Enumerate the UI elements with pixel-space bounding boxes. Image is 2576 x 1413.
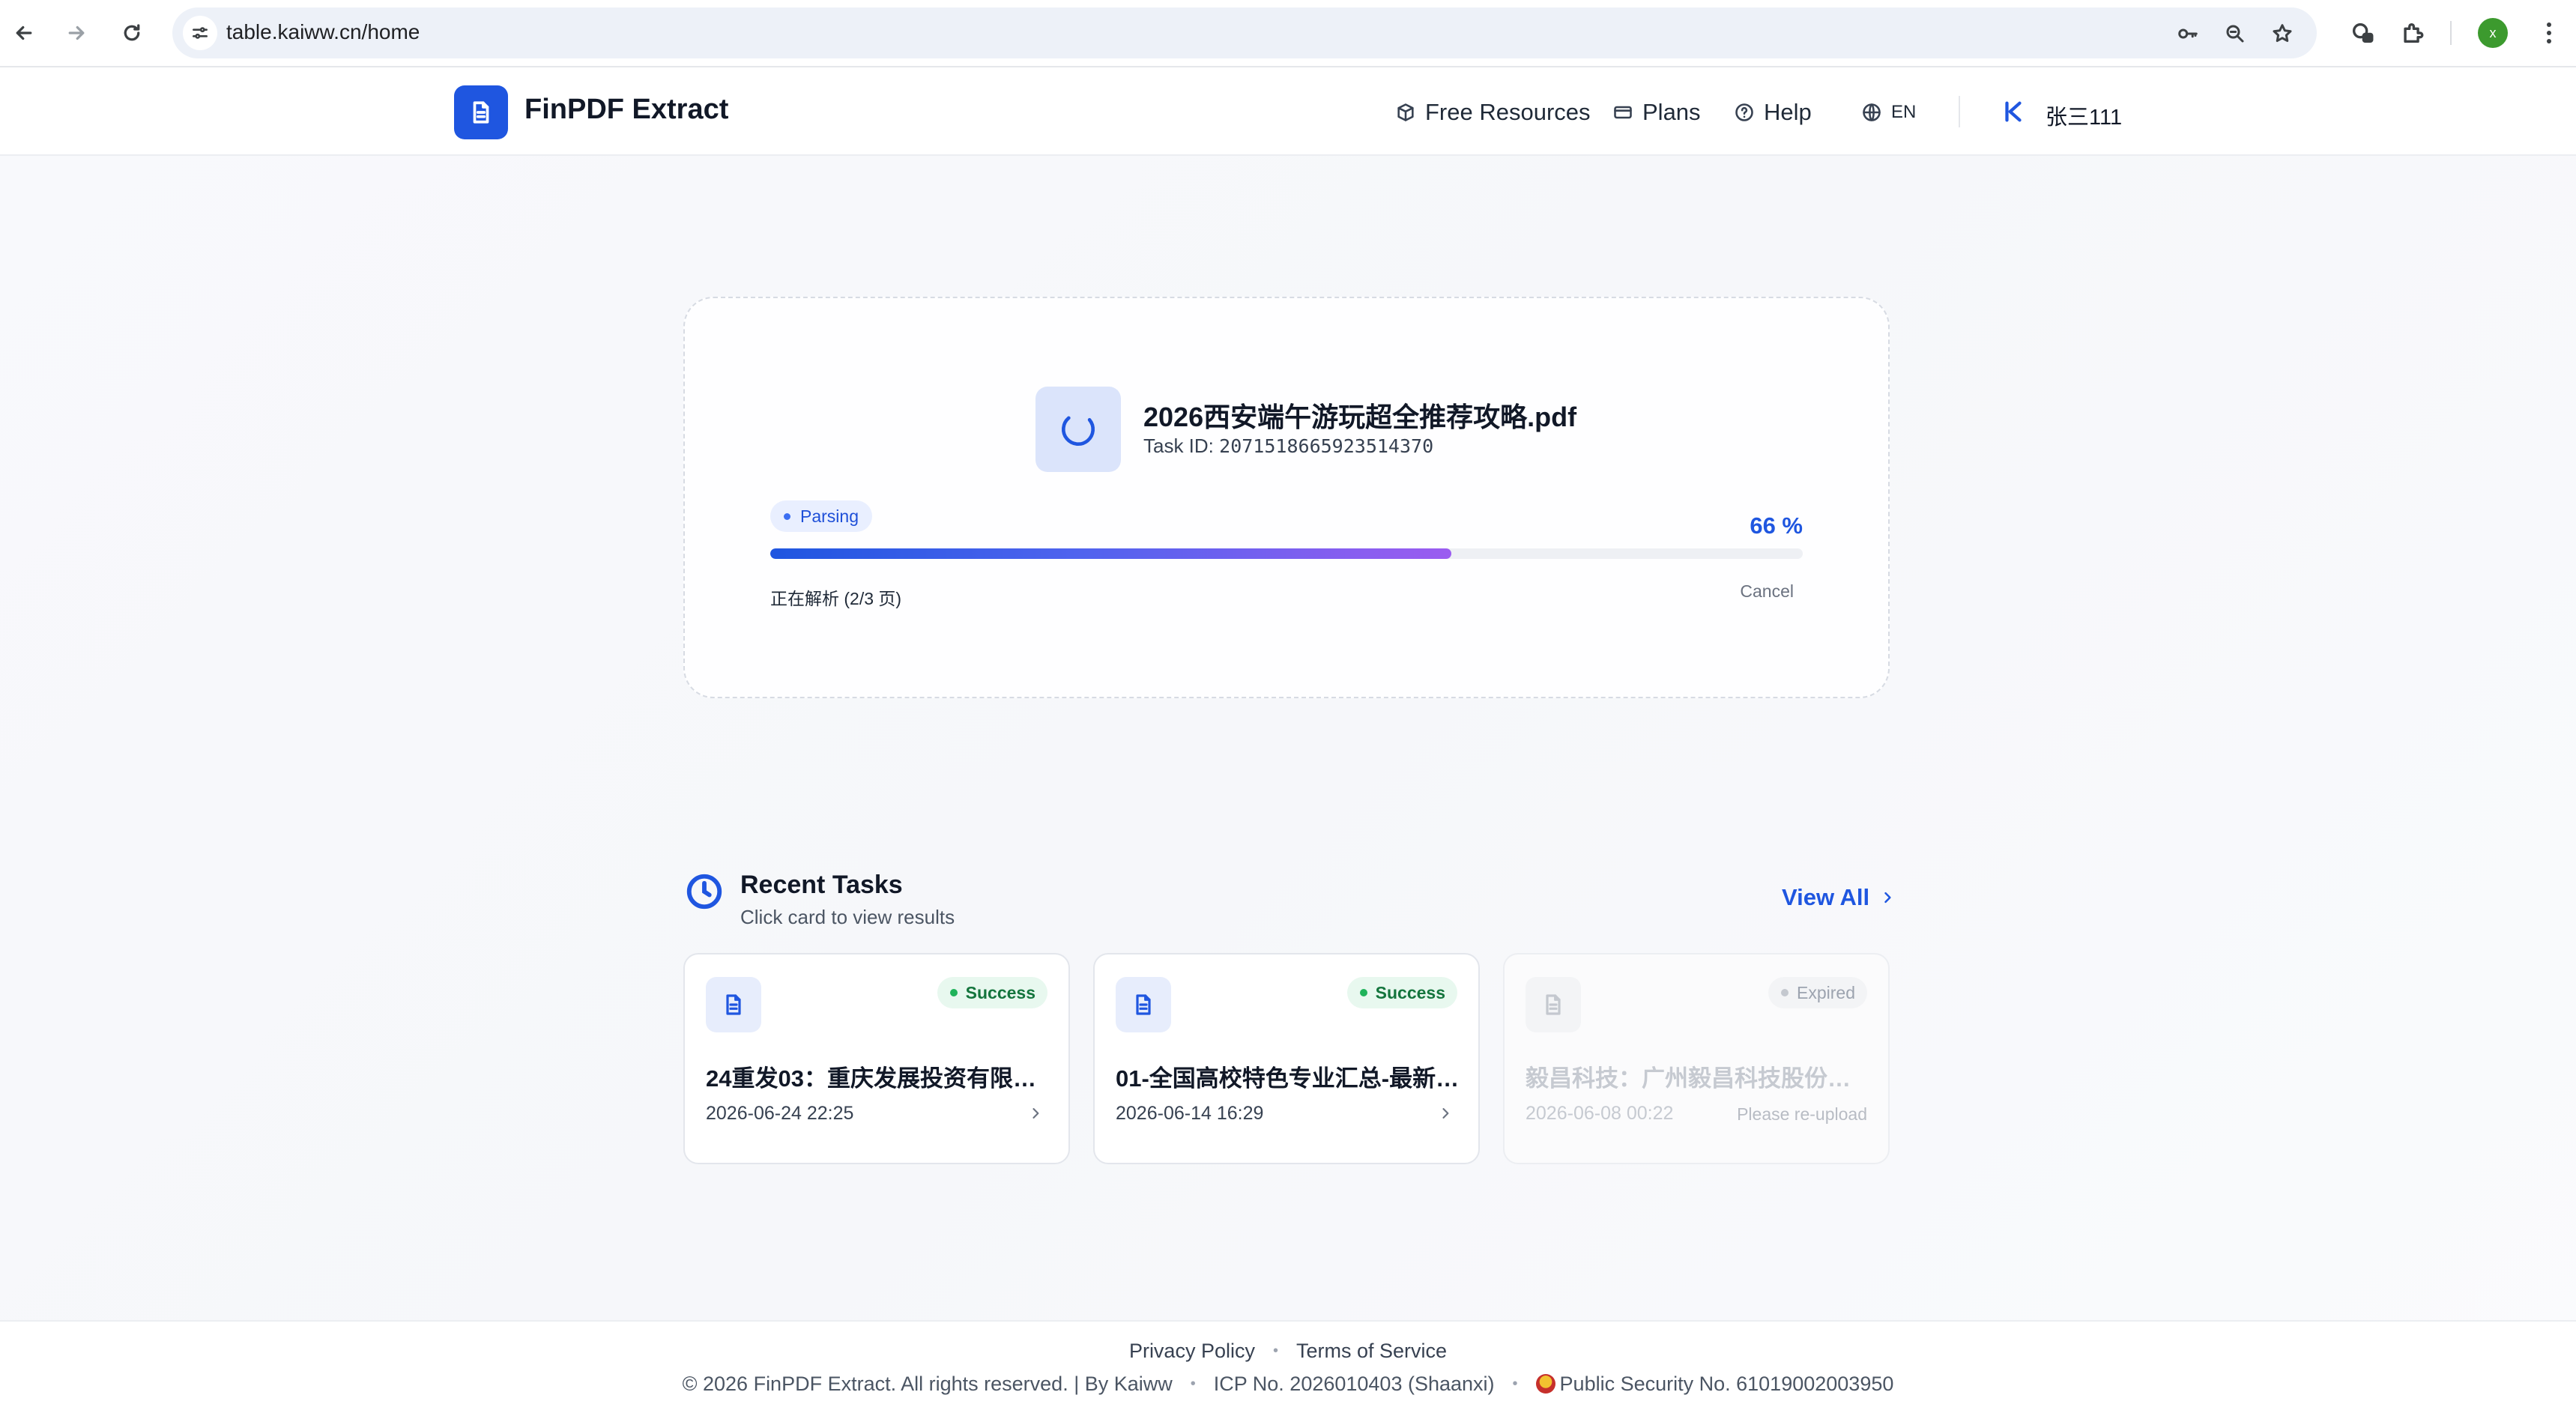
progress-status-text: 正在解析 (2/3 页) — [770, 589, 902, 608]
task-id-value: 2071518665923514370 — [1219, 435, 1434, 457]
status-badge: Parsing — [770, 500, 872, 532]
nav-label: Plans — [1642, 99, 1701, 125]
status-badge: Expired — [1768, 977, 1867, 1008]
nav-plans[interactable]: Plans — [1612, 99, 1701, 126]
site-footer: Privacy Policy • Terms of Service © 2026… — [0, 1320, 2576, 1413]
bookmark-star-icon[interactable] — [2269, 20, 2296, 47]
privacy-policy-link[interactable]: Privacy Policy — [1129, 1340, 1255, 1363]
header-divider — [1959, 96, 1960, 127]
progress-percent: 66 % — [1750, 512, 1803, 539]
forward-button[interactable] — [58, 15, 94, 51]
file-icon — [706, 977, 761, 1032]
public-security-text: Public Security No. 61019002003950 — [1559, 1373, 1894, 1395]
browser-toolbar: table.kaiww.cn/home x — [0, 0, 2576, 67]
box-icon — [1397, 103, 1414, 121]
police-emblem-icon — [1535, 1374, 1555, 1394]
chevron-right-icon — [1438, 1106, 1453, 1121]
task-card[interactable]: Success 24重发03：重庆发展投资有限公… 2026-06-24 22:… — [683, 953, 1070, 1164]
extension-badge-icon[interactable] — [2346, 16, 2379, 49]
cancel-button[interactable]: Cancel — [1740, 581, 1794, 602]
globe-icon — [1863, 103, 1881, 121]
nav-label: Help — [1764, 99, 1812, 125]
reload-icon — [124, 24, 140, 41]
separator-dot: • — [1512, 1376, 1518, 1392]
task-id: Task ID: 2071518665923514370 — [1143, 435, 1433, 458]
key-icon[interactable] — [2174, 20, 2201, 47]
task-card[interactable]: Success 01-全国高校特色专业汇总-最新.pdf 2026-06-14 … — [1093, 953, 1480, 1164]
document-icon — [473, 101, 489, 124]
clock-icon — [682, 869, 727, 914]
copyright-text: © 2026 FinPDF Extract. All rights reserv… — [682, 1373, 1173, 1395]
upload-progress-card: 2026西安端午游玩超全推荐攻略.pdf Task ID: 2071518665… — [683, 297, 1890, 698]
loading-spinner-icon — [1061, 412, 1095, 447]
file-name: 2026西安端午游玩超全推荐攻略.pdf — [1143, 402, 1577, 432]
language-switch[interactable]: EN — [1861, 102, 1916, 123]
card-icon — [1614, 106, 1632, 119]
reload-button[interactable] — [114, 15, 150, 51]
progress-bar-fill — [770, 548, 1452, 559]
separator-dot: • — [1272, 1343, 1278, 1359]
language-label: EN — [1891, 102, 1917, 122]
view-all-link[interactable]: View All — [1782, 884, 1895, 911]
status-badge: Success — [1346, 977, 1457, 1008]
separator-dot: • — [1190, 1376, 1196, 1392]
file-icon — [1526, 977, 1581, 1032]
task-date: 2026-06-24 22:25 — [706, 1103, 854, 1124]
task-file-name: 01-全国高校特色专业汇总-最新.pdf — [1116, 1065, 1460, 1092]
brand-logo[interactable] — [454, 85, 508, 139]
site-header: FinPDF Extract Free Resources Plans Help… — [0, 69, 2576, 156]
chevron-right-icon — [1884, 892, 1891, 904]
footer-legal: © 2026 FinPDF Extract. All rights reserv… — [0, 1373, 2576, 1396]
zoom-icon[interactable] — [2222, 20, 2249, 47]
brand-name[interactable]: FinPDF Extract — [524, 94, 728, 126]
status-badge: Success — [937, 977, 1047, 1008]
chevron-right-icon — [1028, 1106, 1043, 1121]
task-date: 2026-06-14 16:29 — [1116, 1103, 1264, 1124]
spinner — [1035, 387, 1121, 472]
footer-links: Privacy Policy • Terms of Service — [0, 1340, 2576, 1363]
browser-menu-icon[interactable] — [2534, 18, 2564, 48]
arrow-left-icon — [16, 25, 32, 40]
task-file-name: 24重发03：重庆发展投资有限公… — [706, 1065, 1050, 1092]
url-text[interactable]: table.kaiww.cn/home — [226, 20, 420, 44]
view-all-label: View All — [1782, 884, 1870, 910]
nav-label: Free Resources — [1425, 99, 1591, 125]
file-icon — [1116, 977, 1171, 1032]
arrow-right-icon — [68, 25, 85, 40]
icp-link[interactable]: ICP No. 2026010403 (Shaanxi) — [1214, 1373, 1495, 1396]
help-circle-icon — [1735, 103, 1753, 121]
site-settings-icon[interactable] — [183, 16, 217, 50]
public-security-link[interactable]: Public Security No. 61019002003950 — [1535, 1373, 1894, 1396]
toolbar-divider — [2450, 21, 2452, 45]
task-card-expired[interactable]: Expired 毅昌科技：广州毅昌科技股份有… 2026-06-08 00:22… — [1503, 953, 1890, 1164]
task-date: 2026-06-08 00:22 — [1526, 1103, 1674, 1124]
task-id-label: Task ID: — [1143, 435, 1214, 457]
reupload-hint: Please re-upload — [1737, 1104, 1867, 1124]
recent-tasks-subtitle: Click card to view results — [740, 906, 955, 928]
nav-free-resources[interactable]: Free Resources — [1395, 99, 1591, 126]
kaiww-logo-icon — [2005, 101, 2022, 122]
progress-bar — [770, 548, 1803, 559]
terms-of-service-link[interactable]: Terms of Service — [1296, 1340, 1447, 1363]
task-file-name: 毅昌科技：广州毅昌科技股份有… — [1526, 1065, 1870, 1092]
page-body: FinPDF Extract Free Resources Plans Help… — [0, 69, 2576, 1413]
profile-avatar[interactable]: x — [2478, 18, 2508, 48]
address-bar[interactable]: table.kaiww.cn/home — [172, 7, 2317, 58]
user-name[interactable]: 张三111 — [2046, 100, 2122, 131]
back-button[interactable] — [6, 15, 42, 51]
extensions-puzzle-icon[interactable] — [2396, 16, 2429, 49]
recent-tasks-title: Recent Tasks — [740, 871, 903, 899]
nav-help[interactable]: Help — [1734, 99, 1812, 126]
